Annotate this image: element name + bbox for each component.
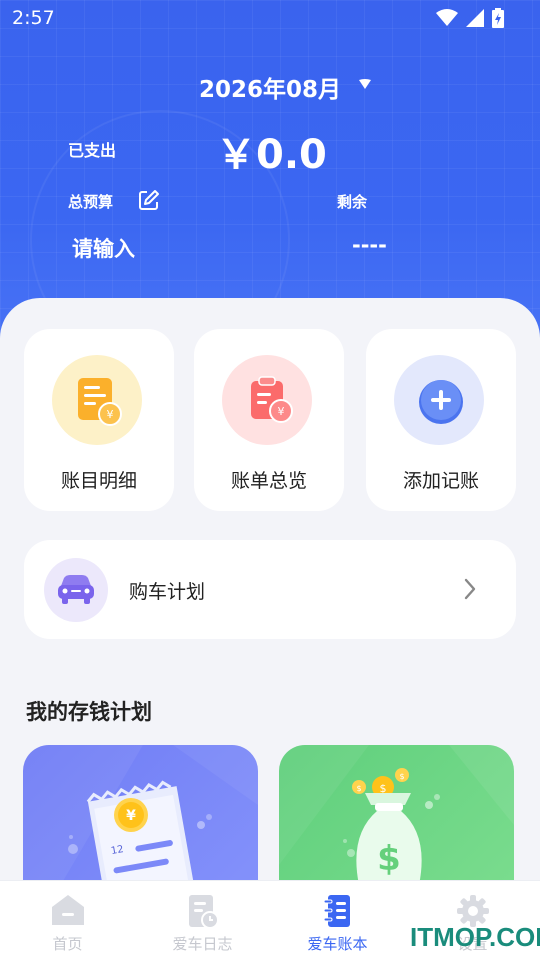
- remaining-value: ----: [352, 233, 387, 257]
- car-log-icon: [188, 895, 219, 929]
- status-bar: 2:57: [0, 0, 540, 36]
- month-label: 2026年08月: [198, 77, 342, 103]
- quick-action-ledger-detail[interactable]: ¥ 账目明细: [24, 329, 174, 511]
- spent-amount: ￥0.0: [216, 132, 327, 178]
- status-icons: [436, 8, 504, 28]
- spent-label: 已支出: [68, 141, 117, 160]
- svg-text:$: $: [356, 784, 361, 793]
- quick-action-label: 账单总览: [230, 470, 307, 492]
- tab-label: 爱车账本: [307, 935, 368, 953]
- bill-overview-icon: ¥: [251, 376, 293, 423]
- car-ledger-icon: [323, 895, 350, 927]
- tab-car-ledger[interactable]: 爱车账本: [270, 881, 405, 960]
- battery-icon: [492, 8, 504, 28]
- watermark-text: ITMOP.COM: [410, 922, 540, 952]
- remaining-label: 剩余: [337, 193, 368, 211]
- quick-action-label: 添加记账: [402, 470, 479, 492]
- ledger-detail-icon: ¥: [78, 378, 122, 426]
- status-time: 2:57: [12, 7, 55, 29]
- svg-text:¥: ¥: [278, 405, 285, 418]
- svg-text:¥: ¥: [126, 808, 136, 824]
- tab-home[interactable]: 首页: [0, 881, 135, 960]
- tab-label: 首页: [52, 935, 83, 953]
- tab-car-log[interactable]: 爱车日志: [135, 881, 270, 960]
- budget-label: 总预算: [68, 193, 114, 211]
- home-icon: [51, 895, 84, 925]
- svg-text:$: $: [377, 839, 401, 879]
- car-purchase-plan-item[interactable]: 购车计划: [24, 540, 516, 639]
- quick-action-label: 账目明细: [60, 470, 137, 492]
- month-selector[interactable]: 2026年08月: [0, 70, 540, 104]
- budget-input[interactable]: 请输入: [72, 233, 135, 263]
- car-icon-bg: [44, 558, 108, 622]
- edit-icon[interactable]: [138, 189, 160, 211]
- savings-section-title: 我的存钱计划: [26, 700, 152, 724]
- add-record-icon: [419, 380, 463, 424]
- svg-text:¥: ¥: [107, 408, 114, 421]
- chevron-down-icon[interactable]: [358, 78, 372, 90]
- receipt-number: 12: [110, 843, 125, 858]
- car-plan-label: 购车计划: [129, 581, 206, 603]
- chevron-right-icon: [464, 578, 476, 600]
- quick-action-add-record[interactable]: 添加记账: [366, 329, 516, 511]
- wifi-icon: [436, 9, 458, 26]
- signal-icon: [466, 9, 484, 27]
- tab-label: 爱车日志: [172, 935, 233, 953]
- svg-text:$: $: [399, 772, 404, 781]
- car-icon: [58, 575, 94, 604]
- quick-action-bill-overview[interactable]: ¥ 账单总览: [194, 329, 344, 511]
